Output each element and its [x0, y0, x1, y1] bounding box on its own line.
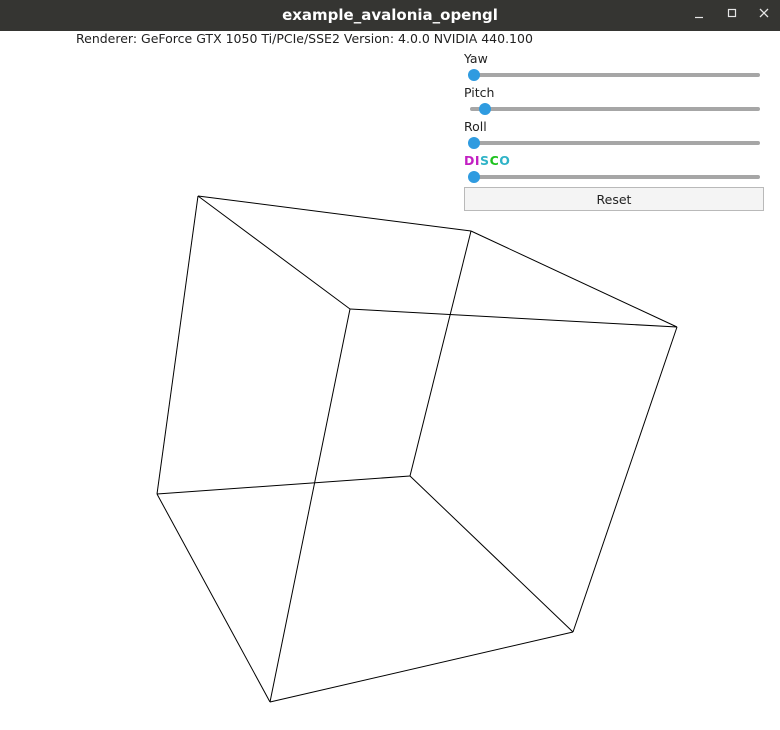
wireframe-cube: [156, 195, 678, 703]
slider-track: [470, 175, 760, 179]
disco-letter: S: [480, 153, 490, 168]
pitch-slider[interactable]: [464, 102, 760, 116]
disco-letter: C: [489, 153, 500, 168]
maximize-button[interactable]: [717, 0, 747, 30]
cube-edge: [197, 195, 472, 232]
yaw-slider[interactable]: [464, 68, 760, 82]
slider-thumb[interactable]: [479, 103, 492, 115]
disco-slider[interactable]: [464, 170, 760, 184]
disco-label: DISCO: [464, 153, 510, 169]
disco-letter: O: [499, 153, 511, 168]
cube-edge: [156, 493, 271, 703]
slider-track: [470, 107, 760, 111]
cube-edge: [470, 230, 678, 328]
minimize-button[interactable]: [684, 0, 714, 30]
cube-edge: [269, 308, 351, 703]
close-icon: [759, 8, 769, 18]
cube-edge: [156, 475, 411, 495]
roll-slider[interactable]: [464, 136, 760, 150]
window-title: example_avalonia_opengl: [282, 6, 498, 24]
slider-track: [470, 73, 760, 77]
cube-edge: [349, 308, 678, 328]
cube-edge: [409, 230, 472, 477]
minimize-icon: [695, 16, 703, 19]
disco-letter: D: [464, 153, 475, 168]
pitch-label: Pitch: [464, 85, 495, 100]
roll-label: Roll: [464, 119, 487, 134]
close-button[interactable]: [749, 0, 779, 30]
slider-thumb[interactable]: [468, 171, 480, 183]
renderer-info: Renderer: GeForce GTX 1050 Ti/PCIe/SSE2 …: [76, 31, 533, 46]
cube-edge: [269, 631, 574, 703]
window-titlebar: example_avalonia_opengl: [0, 0, 780, 31]
maximize-icon: [727, 8, 737, 18]
slider-track: [470, 141, 760, 145]
slider-thumb[interactable]: [468, 69, 480, 81]
reset-button[interactable]: Reset: [464, 187, 764, 211]
cube-edge: [409, 475, 574, 633]
slider-thumb[interactable]: [468, 137, 480, 149]
cube-edge: [572, 326, 678, 633]
cube-edge: [156, 195, 199, 495]
yaw-label: Yaw: [464, 51, 488, 66]
